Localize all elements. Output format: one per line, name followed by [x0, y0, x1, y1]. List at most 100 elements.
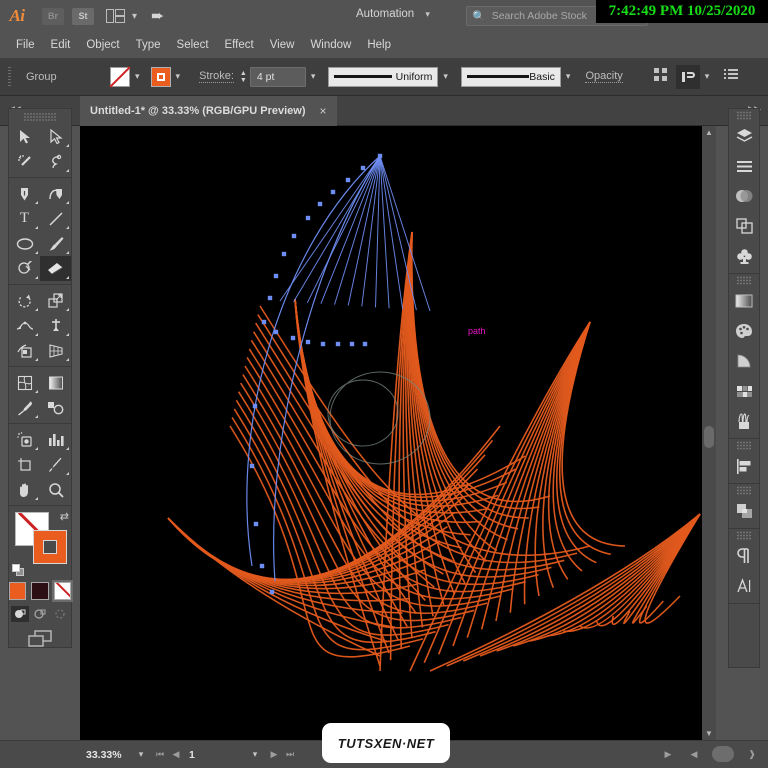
discover-rocket-icon[interactable]: ➨	[151, 6, 164, 26]
curvature-tool[interactable]	[40, 181, 71, 206]
pathfinder-panel-icon[interactable]	[729, 211, 759, 241]
lasso-tool[interactable]	[40, 149, 71, 174]
rotate-tool[interactable]	[9, 288, 40, 313]
width-profile-chevron-down-icon[interactable]: ▾	[438, 71, 453, 82]
first-artboard-button[interactable]: ⏮	[152, 749, 168, 760]
hscroll-left-icon[interactable]: ◀	[686, 749, 702, 760]
ellipse-tool[interactable]	[9, 231, 40, 256]
brushes-panel-icon[interactable]	[729, 406, 759, 436]
gradient-swatch[interactable]	[31, 582, 49, 600]
arrange-documents-icon[interactable]	[106, 9, 126, 23]
appearance-panel-icon[interactable]	[729, 496, 759, 526]
gradient-tool[interactable]	[40, 370, 71, 395]
perspective-grid-tool[interactable]	[40, 338, 71, 363]
type-tool[interactable]: T	[9, 206, 40, 231]
panel-group-1-grip[interactable]	[736, 111, 752, 120]
arrange-chevron-down-icon[interactable]: ▾	[132, 11, 137, 22]
zoom-tool[interactable]	[40, 477, 71, 502]
stock-icon[interactable]: St	[72, 7, 94, 25]
scroll-down-icon[interactable]: ▼	[702, 727, 716, 740]
stroke-color-swatch[interactable]	[33, 530, 67, 564]
pen-tool[interactable]	[9, 181, 40, 206]
transform-panel-icon[interactable]	[675, 64, 700, 89]
menu-item-help[interactable]: Help	[359, 36, 399, 54]
bridge-icon[interactable]: Br	[42, 7, 64, 25]
paintbrush-tool[interactable]	[40, 231, 71, 256]
more-options-icon[interactable]	[724, 67, 739, 86]
scroll-up-icon[interactable]: ▲	[702, 126, 716, 139]
horizontal-scroll-thumb[interactable]	[712, 746, 734, 762]
screen-mode-icon[interactable]	[9, 630, 71, 648]
stroke-weight-chevron-down-icon[interactable]: ▾	[306, 71, 321, 82]
shaper-tool[interactable]	[9, 256, 40, 281]
last-artboard-button[interactable]: ⏭	[282, 749, 298, 760]
hscroll-end-icon[interactable]: ❱	[744, 749, 760, 760]
selection-tool[interactable]	[9, 124, 40, 149]
eraser-tool[interactable]	[40, 256, 71, 281]
swap-fill-stroke-icon[interactable]: ⇄	[60, 510, 69, 523]
color-panel-icon[interactable]	[729, 316, 759, 346]
fill-swatch[interactable]	[110, 66, 130, 87]
mesh-tool[interactable]	[9, 370, 40, 395]
character-panel-icon[interactable]	[729, 571, 759, 601]
artboard-number-field[interactable]: 1	[184, 745, 244, 764]
transparency-panel-icon[interactable]	[729, 181, 759, 211]
artboard-chevron-down-icon[interactable]: ▾	[244, 749, 266, 760]
artboard-tool[interactable]	[9, 452, 40, 477]
draw-behind-icon[interactable]	[31, 606, 49, 622]
align-panel-icon[interactable]	[729, 451, 759, 481]
panel-group-4-grip[interactable]	[736, 486, 752, 495]
workspace-switcher[interactable]: Automation ▾	[356, 8, 430, 20]
menu-item-type[interactable]: Type	[128, 36, 169, 54]
menu-item-view[interactable]: View	[262, 36, 303, 54]
menu-item-effect[interactable]: Effect	[217, 36, 262, 54]
fill-chevron-down-icon[interactable]: ▾	[130, 71, 145, 82]
document-tab[interactable]: Untitled-1* @ 33.33% (RGB/GPU Preview) ×	[80, 96, 337, 126]
color-guide-panel-icon[interactable]	[729, 346, 759, 376]
menu-item-file[interactable]: File	[8, 36, 43, 54]
width-tool[interactable]	[9, 313, 40, 338]
workspace-chevron-down-icon[interactable]: ▾	[425, 9, 430, 19]
layers-panel-icon[interactable]	[729, 121, 759, 151]
tools-panel-grip[interactable]	[23, 112, 57, 122]
opacity-label[interactable]: Opacity	[585, 70, 623, 83]
free-transform-tool[interactable]	[40, 313, 71, 338]
brush-definition-select[interactable]: Basic	[460, 66, 561, 87]
stroke-swatch[interactable]	[150, 66, 171, 87]
canvas-vertical-scrollbar[interactable]: ▲ ▼	[702, 126, 716, 740]
align-panel-icon[interactable]	[653, 67, 668, 87]
blend-tool[interactable]	[40, 395, 71, 420]
column-graph-tool[interactable]	[40, 427, 71, 452]
panel-group-3-grip[interactable]	[736, 441, 752, 450]
menu-item-edit[interactable]: Edit	[43, 36, 79, 54]
control-bar-grip[interactable]	[4, 66, 16, 87]
zoom-chevron-down-icon[interactable]: ▾	[130, 749, 152, 760]
eyedropper-tool[interactable]	[9, 395, 40, 420]
swatches-panel-icon[interactable]	[729, 376, 759, 406]
draw-inside-icon[interactable]	[51, 606, 69, 622]
symbol-sprayer-tool[interactable]	[9, 427, 40, 452]
symbols-panel-icon[interactable]	[729, 241, 759, 271]
artboard-canvas[interactable]: path	[80, 126, 702, 740]
zoom-level-field[interactable]: 33.33%	[82, 745, 130, 764]
default-fill-stroke-icon[interactable]	[12, 564, 24, 576]
menu-item-object[interactable]: Object	[78, 36, 127, 54]
color-swatch[interactable]	[9, 582, 27, 600]
slice-tool[interactable]	[40, 452, 71, 477]
close-icon[interactable]: ×	[320, 104, 327, 118]
line-segment-tool[interactable]	[40, 206, 71, 231]
vertical-scroll-thumb[interactable]	[704, 426, 714, 448]
stroke-weight-field[interactable]: 4 pt	[249, 66, 306, 87]
draw-normal-icon[interactable]	[11, 606, 29, 622]
none-swatch[interactable]	[51, 580, 74, 602]
gradient-panel-icon[interactable]	[729, 286, 759, 316]
direct-selection-tool[interactable]	[40, 124, 71, 149]
next-artboard-button[interactable]: ▶	[266, 749, 282, 760]
width-profile-select[interactable]: Uniform	[328, 66, 439, 87]
hand-tool[interactable]	[9, 477, 40, 502]
menu-item-window[interactable]: Window	[302, 36, 359, 54]
paragraph-panel-icon[interactable]	[729, 541, 759, 571]
stroke-weight-label[interactable]: Stroke:	[199, 70, 234, 83]
hscroll-right-icon[interactable]: ▶	[660, 749, 676, 760]
stroke-weight-stepper[interactable]: ▲ ▼	[240, 70, 247, 84]
